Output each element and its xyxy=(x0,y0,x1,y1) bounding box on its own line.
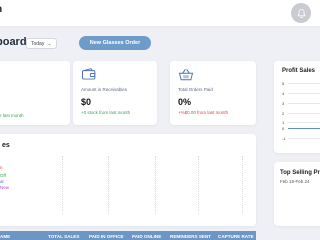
y-tick: 5 xyxy=(282,81,285,86)
kpi-label: Total Orders Paid xyxy=(178,87,213,92)
legend-item: n xyxy=(0,165,3,170)
period-value: Today xyxy=(31,40,45,47)
kpi-value: $0 xyxy=(81,97,92,107)
kpi-card-orders-paid: Total Orders Paid 0% +%$0.00 from last m… xyxy=(170,61,256,125)
gridline xyxy=(288,93,320,94)
gridline xyxy=(198,156,199,214)
kpi-label: Amount in Receivables xyxy=(81,87,128,92)
legend-item: New xyxy=(0,185,10,190)
column-header[interactable]: REMINDERS SENT xyxy=(170,234,211,239)
legend-item: Off xyxy=(0,173,6,178)
y-tick: 0 xyxy=(282,126,285,131)
gridline xyxy=(242,156,243,214)
gridline xyxy=(288,103,320,104)
new-glasses-order-button[interactable]: New Glasses Order xyxy=(79,36,151,50)
kpi-delta: +0 stock from last month xyxy=(81,110,131,115)
profit-sales-title: Profit Sales xyxy=(282,68,316,74)
top-selling-card: Top Selling Pr Feb 18-Feb 24 xyxy=(274,162,320,226)
column-header[interactable]: TOTAL SALES xyxy=(48,234,79,239)
kpi-delta: +%$0.00 from last month xyxy=(178,110,229,115)
column-header[interactable]: AME xyxy=(0,234,10,239)
gridline xyxy=(288,138,320,139)
legend-item: al xyxy=(0,179,4,184)
column-header[interactable]: PAID ONLINE xyxy=(132,234,161,239)
gridline xyxy=(155,156,156,214)
brand-name: n xyxy=(0,4,2,15)
y-tick: 1 xyxy=(282,120,285,125)
page-title: board xyxy=(0,36,27,48)
table-header: AME TOTAL SALES PAID IN OFFICE PAID ONLI… xyxy=(0,231,256,240)
bell-glyph xyxy=(297,8,305,18)
gridline xyxy=(62,156,63,214)
kpi-value: 0% xyxy=(178,97,192,107)
period-select[interactable]: Today ⌄ xyxy=(26,38,57,49)
kpi-card-partial: r last month xyxy=(0,61,70,125)
date-range: Feb 18-Feb 24 xyxy=(280,179,310,184)
y-tick: 3 xyxy=(282,101,285,106)
wallet-icon xyxy=(82,68,96,80)
sales-chart-card: es n Off al New xyxy=(0,134,256,226)
kpi-delta: r last month xyxy=(0,113,24,118)
profit-sales-card: Profit Sales 5 4 3 2 1 0 -1 xyxy=(274,61,320,153)
y-tick: -1 xyxy=(282,136,286,141)
top-selling-title: Top Selling Pr xyxy=(280,170,320,176)
gridline xyxy=(108,156,109,214)
gridline xyxy=(288,113,320,114)
column-header[interactable]: PAID IN OFFICE xyxy=(89,234,124,239)
gridline xyxy=(288,83,320,84)
chevron-down-icon: ⌄ xyxy=(47,40,52,47)
column-header[interactable]: CAPTURE RATE xyxy=(218,234,254,239)
kpi-card-receivables: Amount in Receivables $0 +0 stock from l… xyxy=(73,61,157,125)
baseline xyxy=(288,128,320,129)
y-tick: 4 xyxy=(282,91,285,96)
gridline xyxy=(288,122,320,123)
sales-title: es xyxy=(2,142,10,149)
top-bar: n xyxy=(0,0,320,26)
bell-icon[interactable] xyxy=(291,3,311,23)
shopping-basket-icon xyxy=(178,69,194,81)
y-tick: 2 xyxy=(282,111,285,116)
